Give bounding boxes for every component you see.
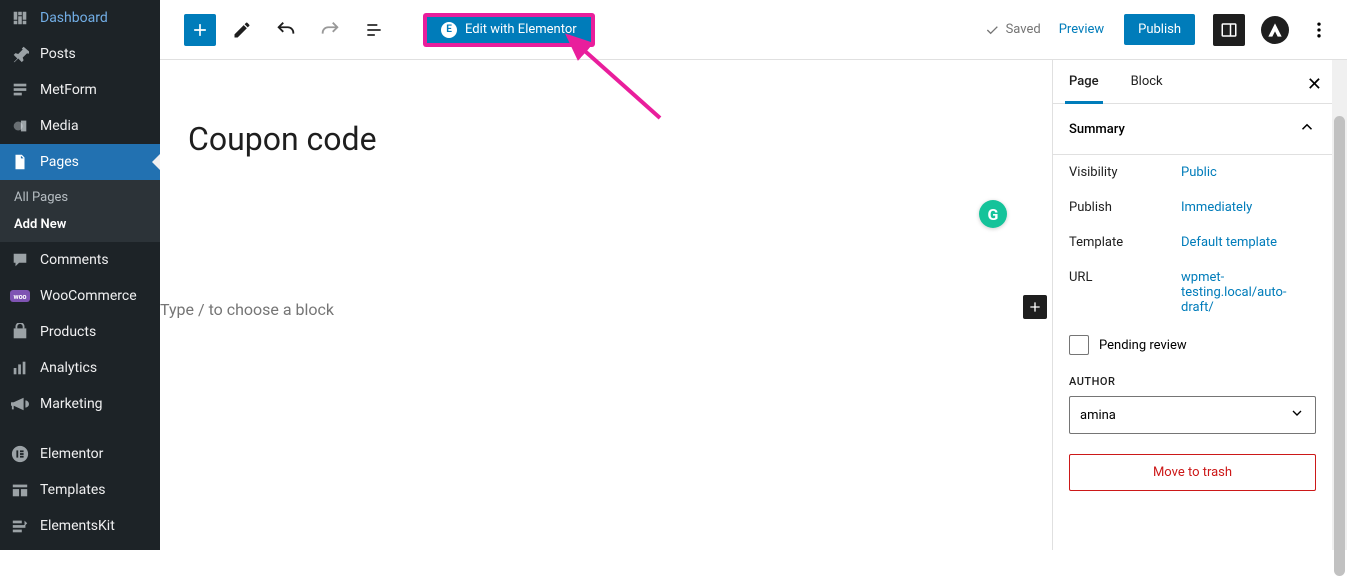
- sidebar-item-label: Posts: [40, 46, 76, 62]
- row-template: Template Default template: [1053, 225, 1332, 260]
- sidebar-item-label: Marketing: [40, 396, 103, 412]
- pages-icon: [10, 152, 30, 172]
- sidebar-item-label: MetForm: [40, 82, 97, 98]
- pending-review-checkbox[interactable]: [1069, 335, 1089, 355]
- tab-block[interactable]: Block: [1115, 60, 1179, 103]
- elementor-logo-icon: E: [441, 22, 457, 38]
- sidebar-item-label: Elementor: [40, 446, 103, 462]
- chevron-down-icon: [1289, 405, 1305, 425]
- main-area: E Edit with Elementor Saved Preview Publ…: [160, 0, 1347, 550]
- preview-link[interactable]: Preview: [1059, 22, 1104, 37]
- sidebar-item-comments[interactable]: Comments: [0, 242, 160, 278]
- sidebar-item-label: Analytics: [40, 360, 97, 376]
- editor-toolbar: E Edit with Elementor Saved Preview Publ…: [160, 0, 1347, 60]
- astra-icon[interactable]: [1261, 16, 1289, 44]
- editor-body: Coupon code Type / to choose a block G P…: [160, 60, 1347, 550]
- pending-review-row: Pending review: [1053, 325, 1332, 365]
- sidebar-item-products[interactable]: Products: [0, 314, 160, 350]
- sidebar-item-label: Templates: [40, 482, 106, 498]
- media-icon: [10, 116, 30, 136]
- dashboard-icon: [10, 8, 30, 28]
- add-block-button[interactable]: [184, 14, 216, 46]
- sidebar-item-pages[interactable]: Pages: [0, 144, 160, 180]
- chevron-up-icon: [1298, 118, 1316, 140]
- summary-section-header[interactable]: Summary: [1053, 104, 1332, 155]
- elementskit-icon: [10, 516, 30, 536]
- sidebar-item-analytics[interactable]: Analytics: [0, 350, 160, 386]
- admin-sidebar: Dashboard Posts MetForm Media Pages All …: [0, 0, 160, 550]
- publish-value[interactable]: Immediately: [1181, 200, 1252, 215]
- svg-text:woo: woo: [13, 293, 26, 301]
- pending-review-label: Pending review: [1099, 338, 1187, 353]
- block-placeholder[interactable]: Type / to choose a block: [160, 300, 334, 319]
- author-value: amina: [1080, 408, 1116, 423]
- undo-button[interactable]: [268, 12, 304, 48]
- row-label: URL: [1069, 270, 1181, 285]
- editor-canvas[interactable]: Coupon code Type / to choose a block G: [160, 60, 1052, 550]
- add-block-inline-button[interactable]: [1023, 295, 1047, 319]
- row-url: URL wpmet-testing.local/auto-draft/: [1053, 260, 1332, 325]
- check-icon: [984, 22, 1000, 38]
- elementor-icon: [10, 444, 30, 464]
- author-select[interactable]: amina: [1069, 396, 1316, 434]
- sidebar-item-label: Pages: [40, 154, 79, 170]
- redo-button[interactable]: [312, 12, 348, 48]
- row-label: Template: [1069, 235, 1181, 250]
- sidebar-item-dashboard[interactable]: Dashboard: [0, 0, 160, 36]
- visibility-value[interactable]: Public: [1181, 165, 1217, 180]
- row-publish: Publish Immediately: [1053, 190, 1332, 225]
- close-panel-button[interactable]: ✕: [1307, 74, 1322, 95]
- tab-page[interactable]: Page: [1053, 60, 1115, 103]
- row-label: Visibility: [1069, 165, 1181, 180]
- sidebar-item-metform[interactable]: MetForm: [0, 72, 160, 108]
- saved-status: Saved: [984, 22, 1041, 38]
- publish-button[interactable]: Publish: [1124, 14, 1195, 45]
- panel-tabs: Page Block ✕: [1053, 60, 1332, 104]
- author-heading: AUTHOR: [1053, 365, 1332, 392]
- sidebar-item-label: Dashboard: [40, 10, 108, 26]
- sidebar-item-marketing[interactable]: Marketing: [0, 386, 160, 422]
- analytics-icon: [10, 358, 30, 378]
- sidebar-item-label: WooCommerce: [40, 288, 137, 304]
- sidebar-sub-all-pages[interactable]: All Pages: [0, 184, 160, 211]
- sidebar-sub-add-new[interactable]: Add New: [0, 211, 160, 238]
- scrollbar[interactable]: [1332, 60, 1347, 550]
- sidebar-item-templates[interactable]: Templates: [0, 472, 160, 508]
- url-value[interactable]: wpmet-testing.local/auto-draft/: [1181, 270, 1311, 315]
- sidebar-item-label: Comments: [40, 252, 109, 268]
- move-to-trash-button[interactable]: Move to trash: [1069, 454, 1316, 491]
- pin-icon: [10, 44, 30, 64]
- more-options-button[interactable]: [1303, 14, 1335, 46]
- settings-panel: Page Block ✕ Summary Visibility Public P…: [1052, 60, 1332, 550]
- sidebar-item-elementskit[interactable]: ElementsKit: [0, 508, 160, 544]
- products-icon: [10, 322, 30, 342]
- sidebar-item-label: Media: [40, 118, 79, 134]
- sidebar-item-label: ElementsKit: [40, 518, 115, 534]
- settings-sidebar-toggle[interactable]: [1213, 14, 1245, 46]
- elementor-button-label: Edit with Elementor: [465, 22, 577, 37]
- sidebar-submenu-pages: All Pages Add New: [0, 180, 160, 242]
- edit-with-elementor-button[interactable]: E Edit with Elementor: [424, 14, 594, 46]
- sidebar-item-woocommerce[interactable]: woo WooCommerce: [0, 278, 160, 314]
- edit-mode-icon[interactable]: [224, 12, 260, 48]
- sidebar-item-posts[interactable]: Posts: [0, 36, 160, 72]
- row-visibility: Visibility Public: [1053, 155, 1332, 190]
- grammarly-icon[interactable]: G: [979, 200, 1007, 228]
- marketing-icon: [10, 394, 30, 414]
- templates-icon: [10, 480, 30, 500]
- sidebar-item-media[interactable]: Media: [0, 108, 160, 144]
- page-title[interactable]: Coupon code: [188, 120, 1052, 158]
- sidebar-item-label: Products: [40, 324, 96, 340]
- document-overview-button[interactable]: [356, 12, 392, 48]
- sidebar-item-elementor[interactable]: Elementor: [0, 436, 160, 472]
- form-icon: [10, 80, 30, 100]
- row-label: Publish: [1069, 200, 1181, 215]
- comment-icon: [10, 250, 30, 270]
- template-value[interactable]: Default template: [1181, 235, 1277, 250]
- woo-icon: woo: [10, 286, 30, 306]
